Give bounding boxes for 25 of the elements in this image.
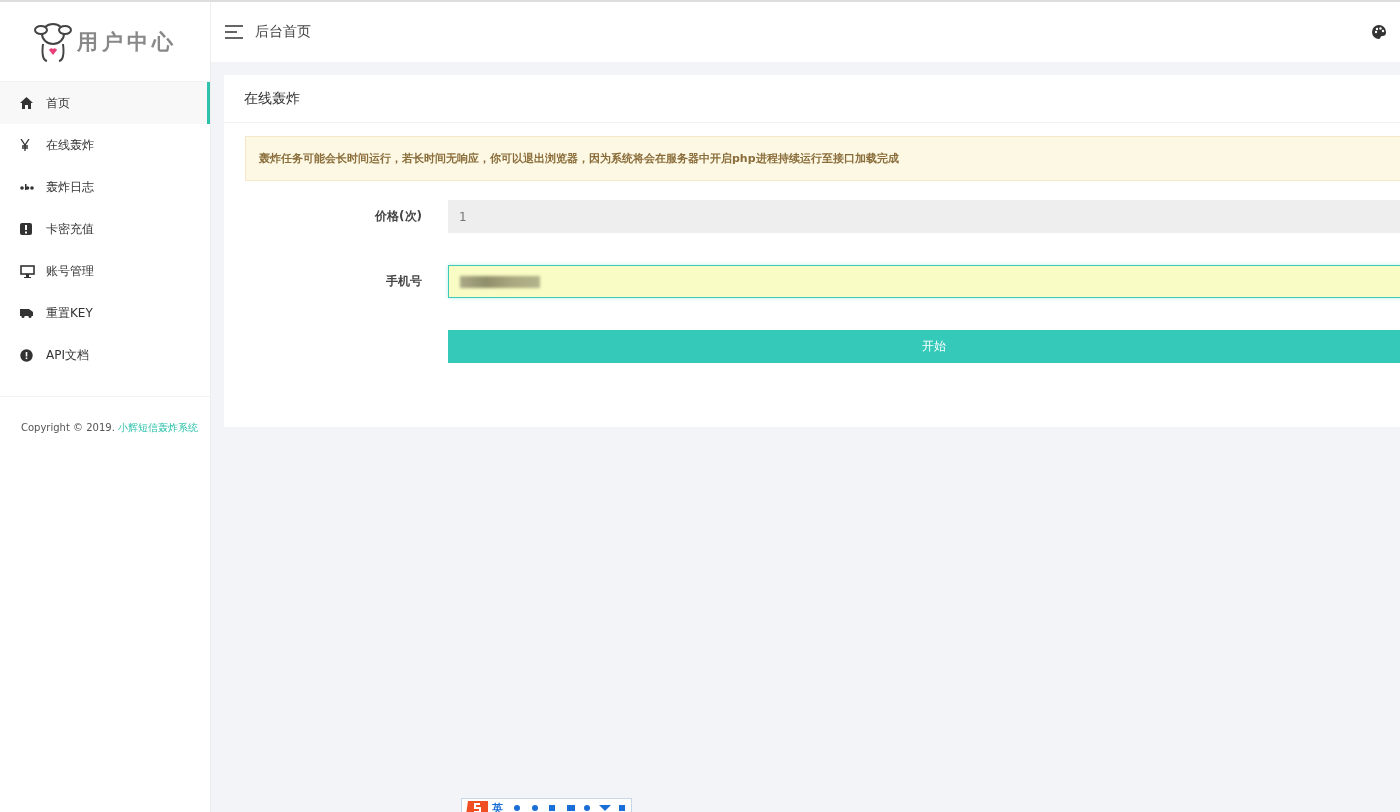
monitor-icon [20,264,35,278]
alert-icon [20,223,32,235]
abc-icon [20,184,34,190]
yen-icon [20,139,30,151]
sidebar-item[interactable]: 在线轰炸 [0,124,210,166]
input-field[interactable] [448,265,1400,298]
menu-icon[interactable] [225,25,243,39]
card-title: 在线轰炸 [224,75,1400,123]
palette-icon[interactable] [1372,25,1386,39]
sidebar-item[interactable]: API文档 [0,334,210,376]
ime-logo-icon[interactable] [466,801,488,812]
badge-icon [20,348,33,362]
copyright-text: Copyright © 2019. 小辉短信轰炸系统 [20,421,200,435]
sidebar-item[interactable]: 轰炸日志 [0,166,210,208]
warning-alert: 轰炸任务可能会长时间运行，若长时间无响应，你可以退出浏览器，因为系统将会在服务器中开启php进程持续运行至接口加载完成 [245,136,1400,181]
sidebar-item[interactable]: 卡密充值 [0,208,210,250]
field-label: 手机号 [385,273,422,290]
sidebar-item[interactable]: 重置KEY [0,292,210,334]
home-icon [20,97,33,109]
field-label: 价格(次) [374,208,422,225]
logo-text: 用户中心 [77,28,177,56]
truck-icon [20,308,34,318]
sidebar-item[interactable]: 账号管理 [0,250,210,292]
page-title: 后台首页 [255,23,311,41]
sidebar-item[interactable]: 首页 [0,82,210,124]
